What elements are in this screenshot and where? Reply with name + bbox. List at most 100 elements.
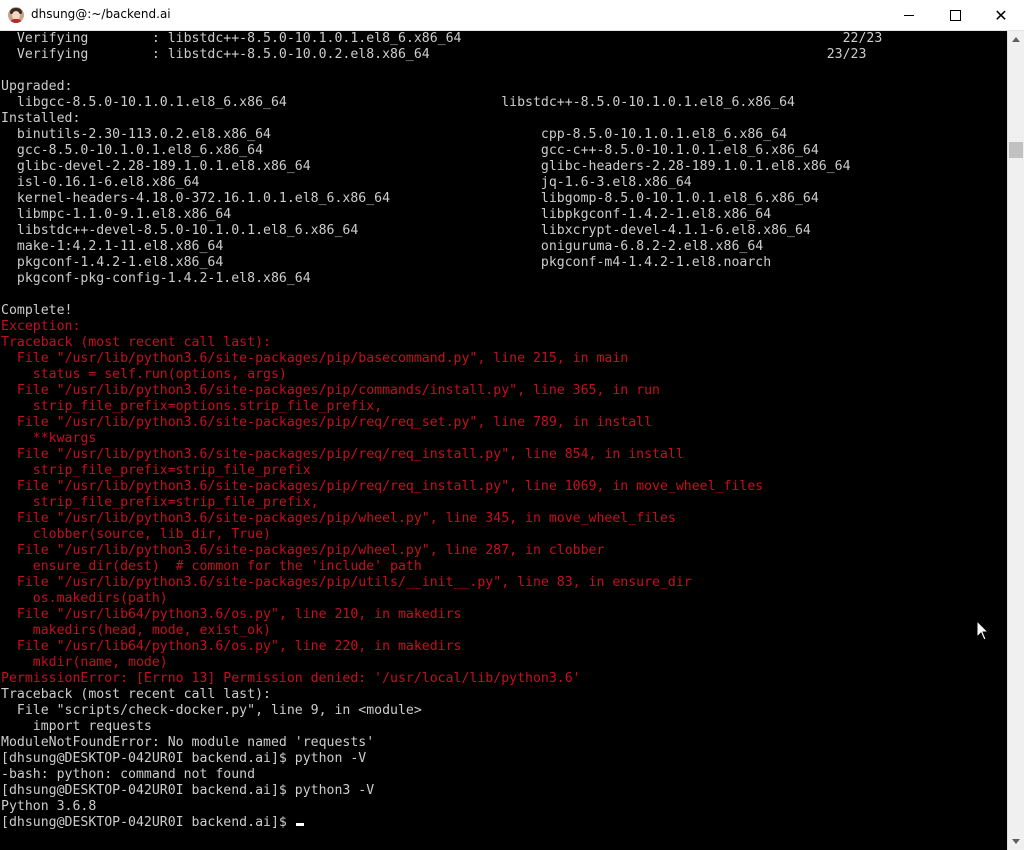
close-icon: ✕: [994, 5, 1008, 25]
terminal-line-text: File "/usr/lib/python3.6/site-packages/p…: [1, 543, 605, 558]
terminal-line-text: strip_file_prefix=strip_file_prefix: [1, 463, 311, 478]
terminal-line: libstdc++-devel-8.5.0-10.1.0.1.el8_6.x86…: [1, 223, 882, 239]
terminal-line-text: mkdir(name, mode): [1, 655, 168, 670]
terminal-line-text: clobber(source, lib_dir, True): [1, 527, 271, 542]
terminal-line: Complete!: [1, 303, 882, 319]
terminal-line: File "/usr/lib/python3.6/site-packages/p…: [1, 479, 882, 495]
terminal-line: strip_file_prefix=strip_file_prefix: [1, 463, 882, 479]
terminal-line: File "scripts/check-docker.py", line 9, …: [1, 703, 882, 719]
terminal-line: status = self.run(options, args): [1, 367, 882, 383]
terminal-line-text: Python 3.6.8: [1, 799, 97, 814]
terminal-line: **kwargs: [1, 431, 882, 447]
terminal-line-text: Upgraded:: [1, 79, 73, 94]
avatar-shirt: [9, 19, 23, 23]
terminal-line: kernel-headers-4.18.0-372.16.1.0.1.el8_6…: [1, 191, 882, 207]
terminal-line-text: [dhsung@DESKTOP-042UR0I backend.ai]$ pyt…: [1, 751, 367, 766]
terminal-line: File "/usr/lib/python3.6/site-packages/p…: [1, 351, 882, 367]
terminal-line: Exception:: [1, 319, 882, 335]
terminal-line-text: Traceback (most recent call last):: [1, 335, 271, 350]
maximize-button[interactable]: [932, 0, 978, 30]
terminal-line: File "/usr/lib/python3.6/site-packages/p…: [1, 575, 882, 591]
scroll-thumb[interactable]: [1009, 142, 1023, 158]
window-title: dhsung@:~/backend.ai: [31, 7, 171, 21]
terminal-line-text: [dhsung@DESKTOP-042UR0I backend.ai]$: [1, 815, 295, 830]
window-titlebar[interactable]: dhsung@:~/backend.ai ✕: [0, 0, 1024, 31]
terminal-line-text: File "/usr/lib64/python3.6/os.py", line …: [1, 607, 462, 622]
terminal-line-text: strip_file_prefix=options.strip_file_pre…: [1, 399, 383, 414]
terminal-line-text: File "/usr/lib/python3.6/site-packages/p…: [1, 351, 629, 366]
terminal-line-text: **kwargs: [1, 431, 97, 446]
terminal-line: pkgconf-1.4.2-1.el8.x86_64 pkgconf-m4-1.…: [1, 255, 882, 271]
scroll-up-arrow-icon: [1012, 37, 1020, 42]
terminal-line-text: [dhsung@DESKTOP-042UR0I backend.ai]$ pyt…: [1, 783, 375, 798]
terminal-line: File "/usr/lib/python3.6/site-packages/p…: [1, 383, 882, 399]
terminal-line: pkgconf-pkg-config-1.4.2-1.el8.x86_64: [1, 271, 882, 287]
terminal-line: Upgraded:: [1, 79, 882, 95]
vertical-scrollbar[interactable]: [1007, 31, 1024, 850]
terminal-line: makedirs(head, mode, exist_ok): [1, 623, 882, 639]
scroll-down-button[interactable]: [1008, 833, 1024, 850]
minimize-button[interactable]: [886, 0, 932, 30]
terminal-line-text: Complete!: [1, 303, 73, 318]
terminal-line-text: isl-0.16.1-6.el8.x86_64 jq-1.6-3.el8.x86…: [1, 175, 692, 190]
minimize-icon: [904, 14, 914, 16]
terminal-line: File "/usr/lib/python3.6/site-packages/p…: [1, 447, 882, 463]
terminal-line: PermissionError: [Errno 13] Permission d…: [1, 671, 882, 687]
terminal-line-text: libgcc-8.5.0-10.1.0.1.el8_6.x86_64 libst…: [1, 95, 795, 110]
terminal-line: File "/usr/lib/python3.6/site-packages/p…: [1, 511, 882, 527]
terminal-line: File "/usr/lib64/python3.6/os.py", line …: [1, 639, 882, 655]
terminal-line: binutils-2.30-113.0.2.el8.x86_64 cpp-8.5…: [1, 127, 882, 143]
close-button[interactable]: ✕: [978, 0, 1024, 30]
terminal-line-text: makedirs(head, mode, exist_ok): [1, 623, 271, 638]
terminal-line-text: -bash: python: command not found: [1, 767, 256, 782]
terminal-line: Verifying : libstdc++-8.5.0-10.1.0.1.el8…: [1, 31, 882, 47]
terminal-line-text: make-1:4.2.1-11.el8.x86_64 oniguruma-6.8…: [1, 239, 764, 254]
terminal-line: [dhsung@DESKTOP-042UR0I backend.ai]$: [1, 815, 882, 831]
terminal-line: [dhsung@DESKTOP-042UR0I backend.ai]$ pyt…: [1, 751, 882, 767]
terminal-line: make-1:4.2.1-11.el8.x86_64 oniguruma-6.8…: [1, 239, 882, 255]
terminal-line: strip_file_prefix=strip_file_prefix,: [1, 495, 882, 511]
terminal-line-text: ModuleNotFoundError: No module named 're…: [1, 735, 375, 750]
terminal-line: Python 3.6.8: [1, 799, 882, 815]
terminal-line-text: strip_file_prefix=strip_file_prefix,: [1, 495, 319, 510]
terminal-line-text: libmpc-1.1.0-9.1.el8.x86_64 libpkgconf-1…: [1, 207, 772, 222]
terminal-line-text: File "/usr/lib/python3.6/site-packages/p…: [1, 447, 684, 462]
terminal-line: ensure_dir(dest) # common for the 'inclu…: [1, 559, 882, 575]
terminal-line-text: pkgconf-1.4.2-1.el8.x86_64 pkgconf-m4-1.…: [1, 255, 772, 270]
maximize-icon: [949, 9, 961, 21]
terminal-line-text: ensure_dir(dest) # common for the 'inclu…: [1, 559, 422, 574]
terminal-line: Verifying : libstdc++-8.5.0-10.0.2.el8.x…: [1, 47, 882, 63]
terminal-output[interactable]: Verifying : libstdc++-8.5.0-10.1.0.1.el8…: [0, 31, 1007, 850]
terminal-line: File "/usr/lib64/python3.6/os.py", line …: [1, 607, 882, 623]
terminal-line-text: File "/usr/lib/python3.6/site-packages/p…: [1, 511, 676, 526]
user-avatar-icon[interactable]: [8, 7, 24, 23]
terminal-line: os.makedirs(path): [1, 591, 882, 607]
terminal-lines: Verifying : libstdc++-8.5.0-10.1.0.1.el8…: [1, 31, 882, 831]
terminal-line-text: Verifying : libstdc++-8.5.0-10.1.0.1.el8…: [1, 31, 883, 46]
terminal-line: ModuleNotFoundError: No module named 're…: [1, 735, 882, 751]
scroll-up-button[interactable]: [1008, 31, 1024, 48]
terminal-line-text: File "/usr/lib/python3.6/site-packages/p…: [1, 479, 764, 494]
terminal-line-text: pkgconf-pkg-config-1.4.2-1.el8.x86_64: [1, 271, 311, 286]
terminal-line: clobber(source, lib_dir, True): [1, 527, 882, 543]
terminal-line-text: File "scripts/check-docker.py", line 9, …: [1, 703, 422, 718]
terminal-line-text: PermissionError: [Errno 13] Permission d…: [1, 671, 581, 686]
terminal-line-text: binutils-2.30-113.0.2.el8.x86_64 cpp-8.5…: [1, 127, 788, 142]
terminal-line: libgcc-8.5.0-10.1.0.1.el8_6.x86_64 libst…: [1, 95, 882, 111]
terminal-line: File "/usr/lib/python3.6/site-packages/p…: [1, 415, 882, 431]
terminal-line: glibc-devel-2.28-189.1.0.1.el8.x86_64 gl…: [1, 159, 882, 175]
terminal-line-text: os.makedirs(path): [1, 591, 168, 606]
terminal-line-text: kernel-headers-4.18.0-372.16.1.0.1.el8_6…: [1, 191, 819, 206]
terminal-line-text: status = self.run(options, args): [1, 367, 287, 382]
terminal-line-text: gcc-8.5.0-10.1.0.1.el8_6.x86_64 gcc-c++-…: [1, 143, 819, 158]
terminal-line: isl-0.16.1-6.el8.x86_64 jq-1.6-3.el8.x86…: [1, 175, 882, 191]
terminal-line-text: Installed:: [1, 111, 81, 126]
terminal-line: import requests: [1, 719, 882, 735]
text-cursor: [295, 823, 304, 826]
terminal-line-text: Exception:: [1, 319, 81, 334]
terminal-line: Installed:: [1, 111, 882, 127]
mouse-pointer-icon: [976, 620, 990, 641]
terminal-line: File "/usr/lib/python3.6/site-packages/p…: [1, 543, 882, 559]
terminal-line-text: Verifying : libstdc++-8.5.0-10.0.2.el8.x…: [1, 47, 867, 62]
